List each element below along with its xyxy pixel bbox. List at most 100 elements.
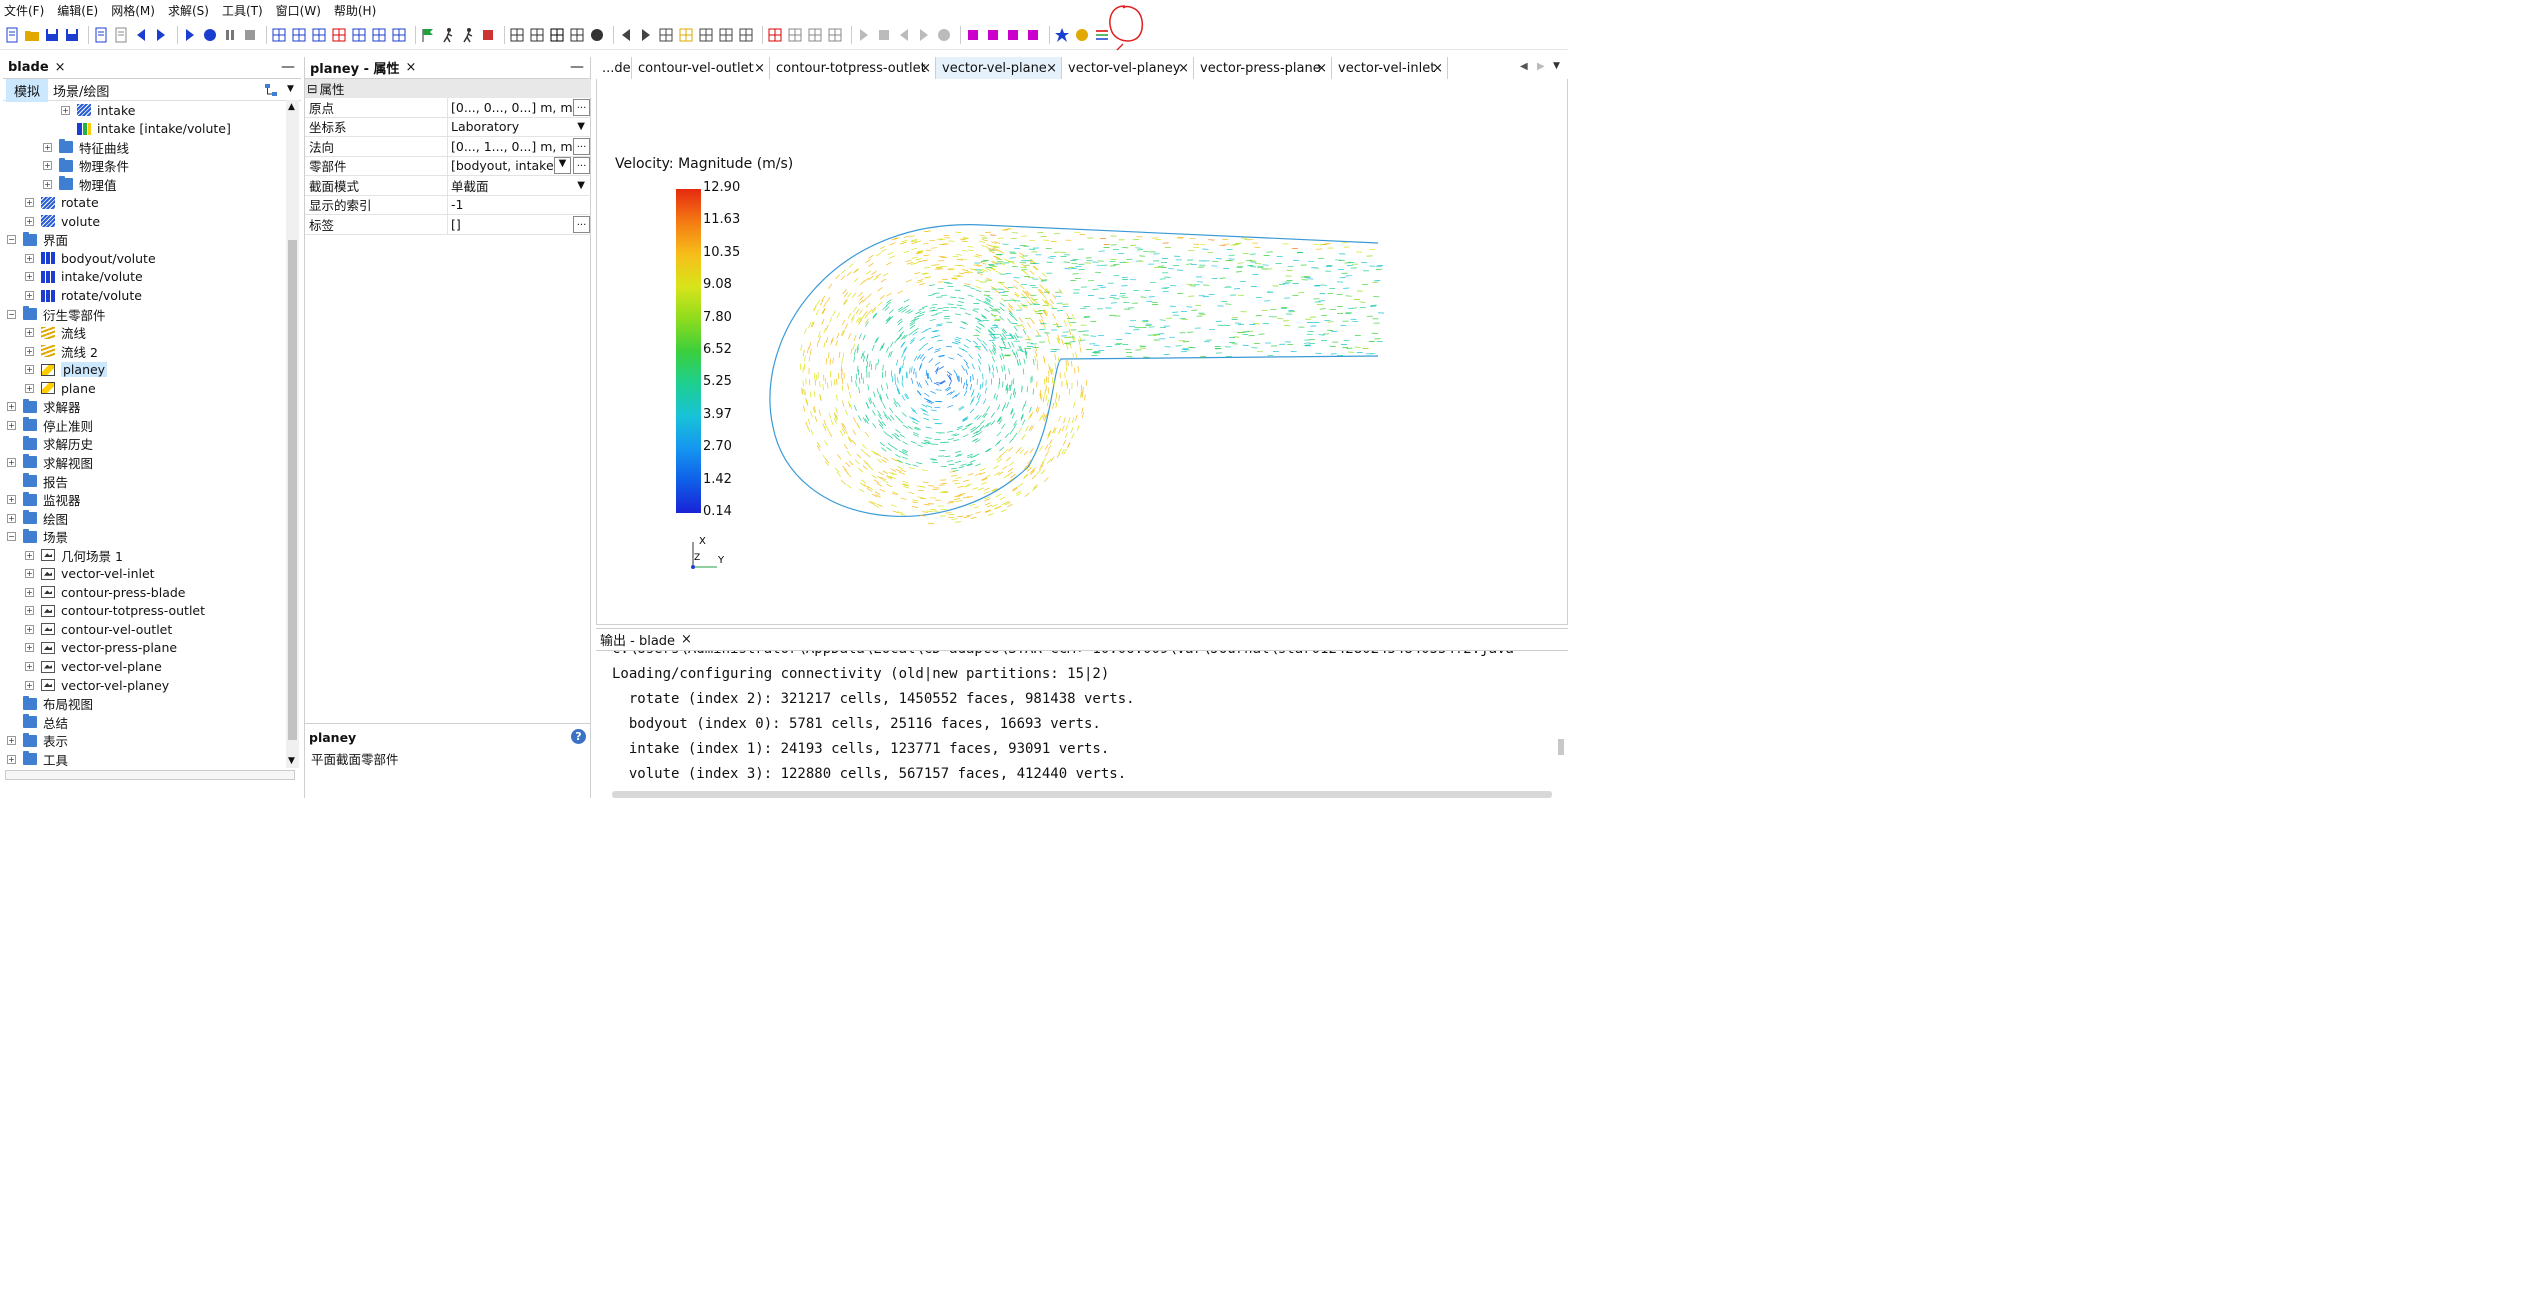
pause-icon[interactable] — [222, 27, 238, 43]
next-icon[interactable] — [916, 27, 932, 43]
tree-item[interactable]: + 物理条件 — [43, 157, 129, 175]
new-file-icon[interactable] — [4, 27, 20, 43]
tree-expand-icon[interactable]: + — [7, 513, 16, 523]
tree-item[interactable]: intake [intake/volute] — [61, 120, 231, 138]
delete-icon[interactable] — [113, 27, 129, 43]
tree-horizontal-scrollbar[interactable] — [5, 770, 295, 780]
property-row[interactable]: 零部件[bodyout, intake, ...▼... — [305, 156, 591, 176]
tab-nav-right-icon[interactable]: ▶ — [1537, 61, 1545, 72]
section-collapse-icon[interactable]: ⊟ — [307, 81, 317, 96]
tree-expand-icon[interactable]: + — [7, 457, 16, 467]
property-row[interactable]: 原点[0..., 0..., 0...] m, m, m... — [305, 98, 591, 118]
scene-tab-close-button[interactable]: × — [1178, 61, 1189, 76]
back-icon[interactable] — [618, 27, 634, 43]
scene-tab[interactable]: contour-vel-outlet × — [632, 57, 770, 80]
menu-item-5[interactable]: 窗口(W) — [276, 2, 321, 19]
run-person-icon[interactable] — [460, 27, 476, 43]
tree-expand-icon[interactable]: + — [25, 216, 34, 226]
tree-item[interactable]: 总结 — [7, 713, 68, 731]
tree-item[interactable]: + intake/volute — [25, 268, 143, 286]
scene-tab-close-button[interactable]: × — [1432, 61, 1443, 76]
properties-close-button[interactable]: × — [406, 60, 417, 75]
tree-expand-icon[interactable]: + — [25, 587, 34, 597]
tree-expand-icon[interactable]: + — [25, 346, 34, 356]
mesh5-icon[interactable] — [351, 27, 367, 43]
tree-item[interactable]: + contour-totpress-outlet — [25, 602, 205, 620]
tree-item[interactable]: + 特征曲线 — [43, 138, 129, 156]
layout4-icon[interactable] — [1025, 27, 1041, 43]
tree-expand-icon[interactable]: + — [25, 291, 34, 300]
stop2-icon[interactable] — [876, 27, 892, 43]
tree-expand-icon[interactable]: + — [25, 365, 34, 375]
tree-item[interactable]: 报告 — [7, 472, 68, 490]
filter-icon[interactable]: ▼ — [554, 157, 571, 175]
property-value[interactable]: [0..., 1..., 0...] m, m, m... — [448, 137, 591, 156]
tree-item[interactable]: + vector-press-plane — [25, 639, 177, 657]
record-icon[interactable] — [480, 27, 496, 43]
mesh4-icon[interactable] — [331, 27, 347, 43]
tree-expand-icon[interactable]: + — [25, 198, 34, 208]
layout2-icon[interactable] — [985, 27, 1001, 43]
fit-icon[interactable] — [529, 27, 545, 43]
zoom-box-icon[interactable] — [569, 27, 585, 43]
ruler-icon[interactable] — [698, 27, 714, 43]
tree-expand-icon[interactable]: + — [43, 161, 52, 171]
ellipsis-button[interactable]: ... — [573, 98, 590, 116]
property-row[interactable]: 法向[0..., 1..., 0...] m, m, m... — [305, 137, 591, 157]
tree-item[interactable]: − 衍生零部件 — [7, 305, 106, 323]
dropdown-arrow-icon[interactable]: ▼ — [577, 121, 585, 132]
tree-expand-icon[interactable]: + — [25, 569, 34, 579]
scene-tab[interactable]: vector-vel-inlet × — [1332, 57, 1448, 80]
scene-tab-close-button[interactable]: × — [1046, 61, 1057, 76]
scene-tab[interactable]: ...de — [596, 57, 632, 80]
save-icon[interactable] — [44, 27, 60, 43]
prev-icon[interactable] — [896, 27, 912, 43]
property-value[interactable]: 单截面 ▼ — [448, 176, 591, 195]
mesh6-icon[interactable] — [371, 27, 387, 43]
left-panel-close-button[interactable]: × — [55, 60, 66, 75]
plot2-icon[interactable] — [787, 27, 803, 43]
tree-item[interactable]: + 几何场景 1 — [25, 546, 123, 564]
layout1-icon[interactable] — [965, 27, 981, 43]
tree-item[interactable]: + intake — [61, 101, 135, 119]
tree-expand-icon[interactable]: + — [25, 383, 34, 393]
left-panel-minimize-button[interactable]: — — [281, 59, 295, 75]
tree-item[interactable]: − 场景 — [7, 528, 68, 546]
property-value[interactable]: -1 — [448, 196, 591, 215]
undo-icon[interactable] — [133, 27, 149, 43]
menu-item-3[interactable]: 求解(S) — [168, 2, 209, 19]
menu-item-4[interactable]: 工具(T) — [222, 2, 263, 19]
property-value[interactable]: Laboratory ▼ — [448, 118, 591, 137]
plot-icon[interactable] — [767, 27, 783, 43]
tree-item[interactable]: + 求解视图 — [7, 453, 93, 471]
star-icon[interactable] — [1054, 27, 1070, 43]
scene-tab-close-button[interactable]: × — [1316, 61, 1327, 76]
mesh2-icon[interactable] — [291, 27, 307, 43]
tree-expand-icon[interactable]: − — [7, 235, 16, 245]
help-icon[interactable]: ? — [571, 729, 586, 744]
tree-scrollbar-thumb[interactable] — [288, 240, 297, 740]
tree-item[interactable]: + 物理值 — [43, 175, 117, 193]
tree-item[interactable]: + 表示 — [7, 732, 68, 750]
tree-expand-icon[interactable]: − — [7, 309, 16, 319]
mesh-icon[interactable] — [271, 27, 287, 43]
views-icon[interactable] — [658, 27, 674, 43]
scene-tab-close-button[interactable]: × — [920, 61, 931, 76]
scene-tab[interactable]: contour-totpress-outlet × — [770, 57, 936, 80]
tree-expand-icon[interactable]: + — [25, 253, 34, 263]
tree-expand-icon[interactable]: − — [7, 532, 16, 542]
plot4-icon[interactable] — [827, 27, 843, 43]
tab-list-icon[interactable]: ▼ — [1553, 61, 1560, 71]
scene-tab[interactable]: vector-vel-plane × — [936, 57, 1062, 80]
property-row[interactable]: 截面模式 单截面 ▼ — [305, 176, 591, 196]
stop-icon[interactable] — [242, 27, 258, 43]
camera-icon[interactable] — [589, 27, 605, 43]
tree-options-icon[interactable] — [264, 83, 278, 97]
tree-item[interactable]: + 停止准则 — [7, 416, 93, 434]
mesh3-icon[interactable] — [311, 27, 327, 43]
open-folder-icon[interactable] — [24, 27, 40, 43]
scene-icon[interactable] — [509, 27, 525, 43]
output-horizontal-scrollbar[interactable] — [612, 791, 1552, 798]
output-log[interactable]: c:\Users\Administrator\AppData\Local\CD-… — [596, 651, 1556, 791]
menu-item-6[interactable]: 帮助(H) — [334, 2, 376, 19]
